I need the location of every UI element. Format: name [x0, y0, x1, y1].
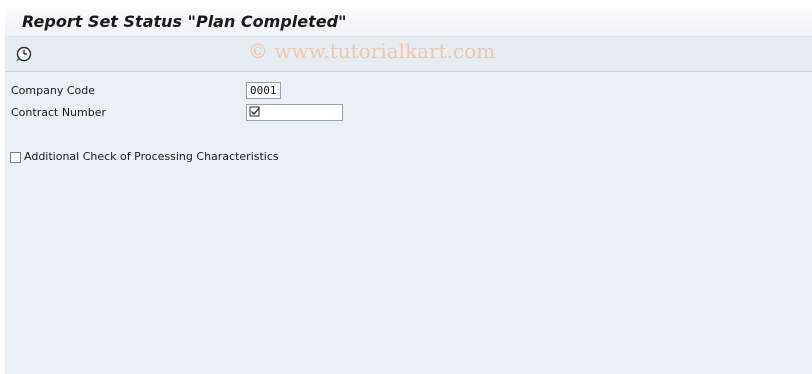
additional-check-label: Additional Check of Processing Character…	[24, 150, 279, 163]
title-bar: Report Set Status "Plan Completed"	[5, 8, 812, 37]
contract-number-input[interactable]	[246, 104, 343, 121]
application-toolbar: © www.tutorialkart.com	[5, 37, 812, 72]
required-check-icon	[249, 106, 260, 117]
execute-clock-icon	[16, 46, 32, 62]
company-code-input[interactable]: 0001	[246, 82, 281, 99]
execute-button[interactable]	[15, 45, 33, 63]
company-code-label: Company Code	[11, 84, 95, 97]
watermark-text: © www.tutorialkart.com	[248, 39, 496, 63]
additional-check-checkbox[interactable]	[10, 152, 21, 163]
selection-screen	[5, 72, 812, 374]
contract-number-label: Contract Number	[11, 106, 107, 119]
page-title: Report Set Status "Plan Completed"	[22, 12, 347, 31]
